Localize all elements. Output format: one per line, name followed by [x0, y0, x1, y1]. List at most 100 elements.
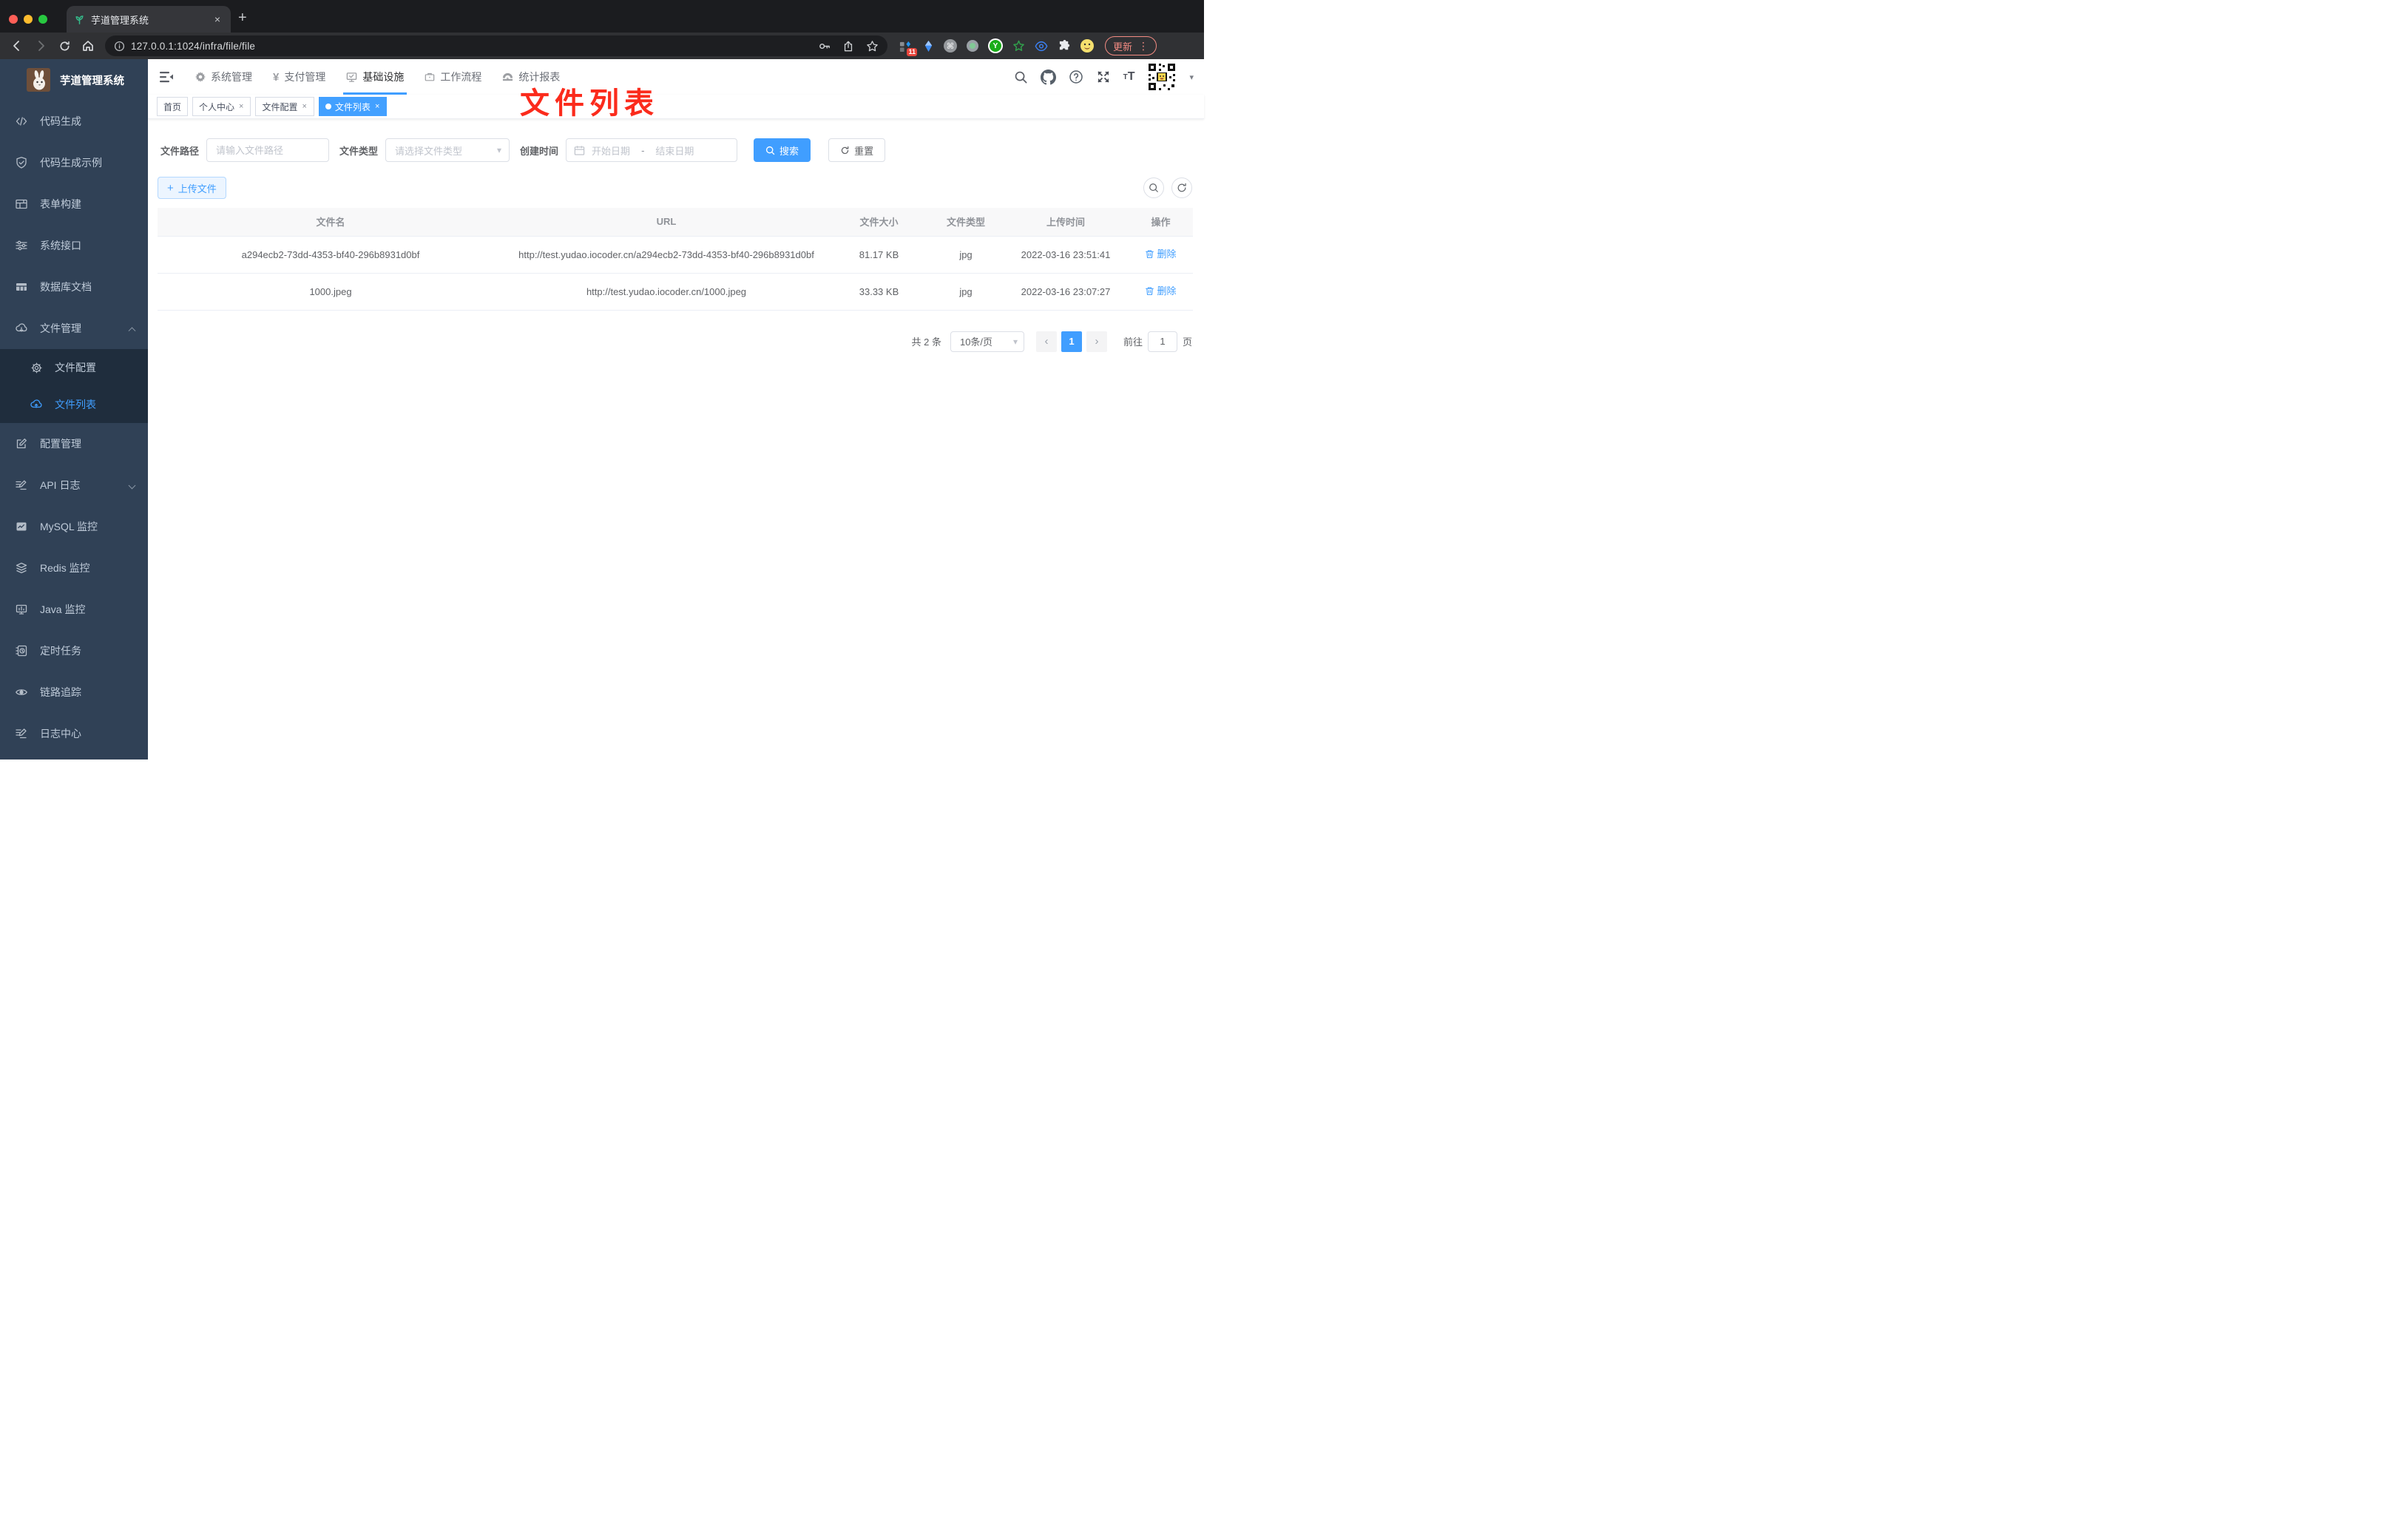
- github-icon[interactable]: [1040, 69, 1056, 85]
- sidebar-item-form-builder[interactable]: 表单构建: [0, 183, 148, 225]
- close-icon[interactable]: ×: [238, 102, 244, 111]
- tag-profile[interactable]: 个人中心 ×: [192, 97, 251, 116]
- emoji-icon[interactable]: [1080, 38, 1095, 53]
- sidebar-item-log-center[interactable]: 日志中心: [0, 713, 148, 754]
- tab-close-icon[interactable]: ×: [212, 13, 223, 25]
- search-button[interactable]: 搜索: [754, 138, 811, 162]
- new-tab-button[interactable]: +: [231, 10, 256, 33]
- page-number-button[interactable]: 1: [1061, 331, 1082, 352]
- sidebar-group-api-log[interactable]: API 日志: [0, 464, 148, 506]
- home-icon[interactable]: [77, 35, 99, 56]
- timer-doc-icon: [15, 644, 28, 657]
- sidebar-item-code-demo[interactable]: 代码生成示例: [0, 142, 148, 183]
- app-logo[interactable]: 芋道管理系统: [0, 59, 148, 101]
- fullscreen-icon[interactable]: [1096, 70, 1111, 84]
- log-pencil-icon: [15, 727, 28, 740]
- sidebar-item-scheduled-tasks[interactable]: 定时任务: [0, 630, 148, 671]
- share-icon[interactable]: [842, 40, 854, 53]
- end-date-placeholder[interactable]: 结束日期: [655, 143, 694, 158]
- reset-button[interactable]: 重置: [828, 138, 886, 162]
- tag-home[interactable]: 首页: [157, 97, 189, 116]
- tag-file-config[interactable]: 文件配置 ×: [255, 97, 314, 116]
- update-button[interactable]: 更新 ⋮: [1105, 36, 1157, 55]
- page-unit-label: 页: [1182, 336, 1192, 348]
- reload-icon[interactable]: [53, 35, 75, 56]
- browser-menu-icon[interactable]: ⋮: [1138, 40, 1149, 53]
- sidebar-group-file-management[interactable]: 文件管理: [0, 308, 148, 349]
- tag-file-list[interactable]: 文件列表 ×: [318, 97, 388, 116]
- record-icon[interactable]: [965, 38, 980, 53]
- close-icon[interactable]: ×: [301, 102, 307, 111]
- sidebar-item-label: 日志中心: [40, 728, 81, 740]
- avatar-caret-icon[interactable]: ▾: [1189, 72, 1194, 82]
- nav-item-reports[interactable]: 统计报表: [492, 59, 570, 95]
- prev-page-button[interactable]: ‹: [1035, 331, 1057, 352]
- close-window-button[interactable]: [9, 15, 18, 24]
- nav-item-system[interactable]: 系统管理: [185, 59, 263, 95]
- kite-icon[interactable]: [921, 38, 936, 53]
- url-text[interactable]: 127.0.0.1:1024/infra/file/file: [131, 41, 255, 52]
- back-icon[interactable]: [6, 35, 28, 56]
- extension-grid-icon[interactable]: 11: [898, 38, 917, 56]
- sidebar-submenu: 文件配置 文件列表: [0, 349, 148, 423]
- qr-avatar[interactable]: [1147, 62, 1177, 92]
- file-type-select[interactable]: 请选择文件类型 ▾: [385, 138, 510, 162]
- sidebar-item-mysql-monitor[interactable]: MySQL 监控: [0, 506, 148, 547]
- page-size-select[interactable]: 10条/页 ▾: [950, 331, 1024, 352]
- sidebar-item-redis-monitor[interactable]: Redis 监控: [0, 547, 148, 589]
- form-grid-icon: [15, 197, 28, 211]
- sidebar-item-code-generation[interactable]: 代码生成: [0, 101, 148, 142]
- maximize-window-button[interactable]: [38, 15, 47, 24]
- puzzle-icon[interactable]: [1057, 38, 1072, 53]
- pagination: 共 2 条 10条/页 ▾ ‹ 1 › 前往 页: [158, 331, 1192, 352]
- nav-item-workflow[interactable]: 工作流程: [414, 59, 492, 95]
- forward-icon[interactable]: [30, 35, 52, 56]
- search-icon[interactable]: [1014, 70, 1028, 84]
- cell-file-type: jpg: [929, 273, 1003, 311]
- font-size-icon[interactable]: TT: [1123, 70, 1135, 84]
- cell-upload-time: 2022-03-16 23:07:27: [1003, 273, 1129, 311]
- upload-file-button[interactable]: + 上传文件: [158, 177, 226, 199]
- next-page-button[interactable]: ›: [1086, 331, 1107, 352]
- star-icon[interactable]: [866, 40, 879, 53]
- delete-link[interactable]: 删除: [1145, 283, 1177, 300]
- nav-item-label: 工作流程: [440, 71, 482, 83]
- sidebar-item-tracing[interactable]: 链路追踪: [0, 671, 148, 713]
- browser-tab[interactable]: 芋道管理系统 ×: [67, 6, 231, 33]
- key-icon[interactable]: [818, 40, 831, 53]
- sidebar-item-file-config[interactable]: 文件配置: [0, 349, 148, 386]
- sidebar-item-label: 链路追踪: [40, 686, 81, 698]
- eye-blue-icon[interactable]: [1034, 38, 1049, 53]
- sidebar-item-label: 文件配置: [55, 362, 96, 373]
- sidebar-item-config-management[interactable]: 配置管理: [0, 423, 148, 464]
- nav-item-payment[interactable]: ¥ 支付管理: [263, 59, 336, 95]
- col-actions: 操作: [1129, 208, 1193, 237]
- col-file-type: 文件类型: [929, 208, 1003, 237]
- refresh-button[interactable]: [1171, 177, 1192, 198]
- close-icon[interactable]: ×: [374, 102, 380, 111]
- green-star-icon[interactable]: [1011, 38, 1026, 53]
- file-path-label: 文件路径: [160, 145, 200, 157]
- help-icon[interactable]: [1069, 70, 1083, 84]
- info-icon[interactable]: [114, 41, 125, 52]
- sidebar-collapse-icon[interactable]: [148, 59, 185, 95]
- minimize-window-button[interactable]: [24, 15, 33, 24]
- sidebar: 芋道管理系统 代码生成 代码生成示例 表单构建 系统接口 数据库文档 文件管理 …: [0, 59, 148, 760]
- toggle-search-button[interactable]: [1143, 177, 1164, 198]
- delete-link[interactable]: 删除: [1145, 246, 1177, 263]
- sidebar-item-file-list[interactable]: 文件列表: [0, 386, 148, 423]
- url-bar[interactable]: 127.0.0.1:1024/infra/file/file: [105, 35, 887, 56]
- sidebar-item-db-doc[interactable]: 数据库文档: [0, 266, 148, 308]
- goto-page-input[interactable]: [1147, 331, 1177, 352]
- command-icon[interactable]: ⌘: [944, 39, 957, 53]
- nav-item-infrastructure[interactable]: 基础设施: [336, 59, 414, 95]
- date-range-picker[interactable]: 开始日期 - 结束日期: [566, 138, 738, 162]
- sidebar-item-label: 代码生成: [40, 115, 81, 127]
- col-upload-time: 上传时间: [1003, 208, 1129, 237]
- file-path-input[interactable]: [216, 144, 320, 156]
- date-separator: -: [641, 144, 645, 156]
- start-date-placeholder[interactable]: 开始日期: [592, 143, 630, 158]
- sidebar-item-system-api[interactable]: 系统接口: [0, 225, 148, 266]
- y-circle-icon[interactable]: Y: [988, 38, 1003, 53]
- sidebar-item-java-monitor[interactable]: Java 监控: [0, 589, 148, 630]
